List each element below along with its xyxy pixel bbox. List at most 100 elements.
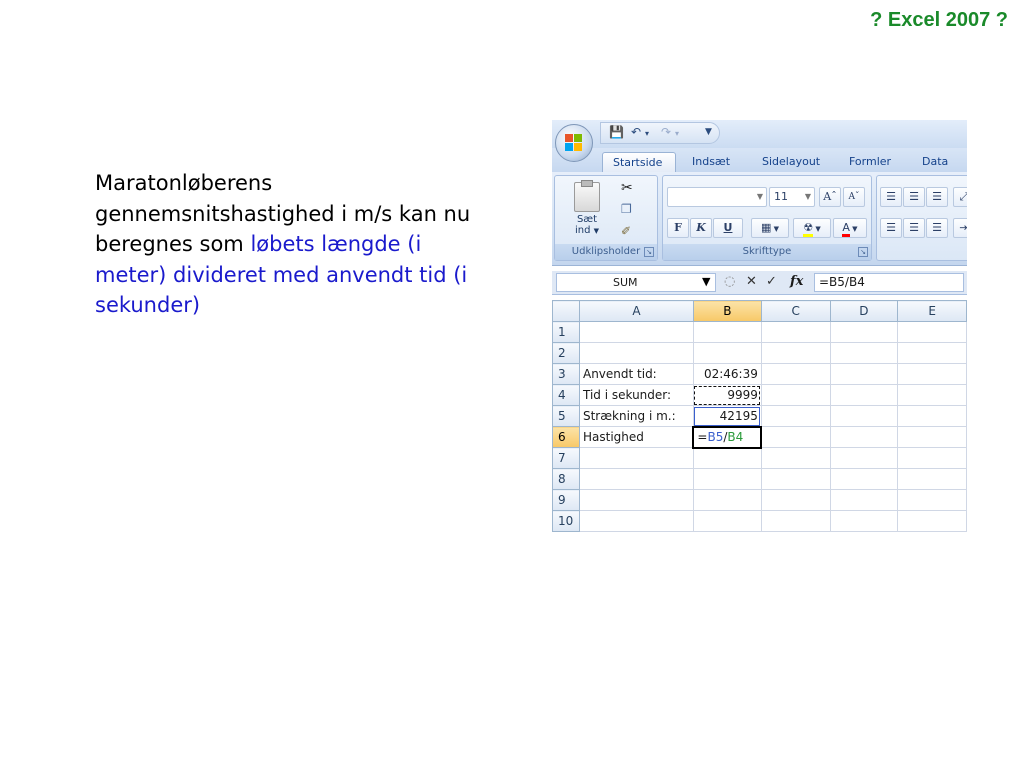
align-bottom-button[interactable]: ☰: [926, 187, 948, 207]
fill-color-button[interactable]: ☢ ▼: [793, 218, 831, 238]
cell-a3[interactable]: Anvendt tid:: [578, 363, 694, 385]
cell-e1[interactable]: [897, 321, 967, 343]
tab-data[interactable]: Data: [912, 152, 958, 172]
font-size-select[interactable]: 11 ▼: [769, 187, 815, 207]
office-button[interactable]: [555, 124, 593, 162]
align-top-button[interactable]: ☰: [880, 187, 902, 207]
font-color-button[interactable]: A ▼: [833, 218, 867, 238]
select-all-corner[interactable]: [552, 300, 580, 322]
cell-a5[interactable]: Strækning i m.:: [578, 405, 694, 427]
cell-c7[interactable]: [760, 447, 831, 469]
format-painter-icon[interactable]: ✐: [621, 224, 631, 238]
cell-d9[interactable]: [829, 489, 899, 511]
redo-dropdown-icon[interactable]: ▾: [675, 129, 679, 138]
row-header[interactable]: 6: [552, 426, 580, 448]
name-box[interactable]: SUM: [556, 273, 716, 292]
cell-e9[interactable]: [897, 489, 967, 511]
formula-input[interactable]: =B5/B4: [814, 273, 964, 292]
bold-button[interactable]: F: [667, 218, 689, 238]
column-header-d[interactable]: D: [829, 300, 899, 322]
font-launcher-icon[interactable]: ↘: [858, 247, 868, 257]
row-header[interactable]: 5: [552, 405, 580, 427]
align-center-button[interactable]: ☰: [903, 218, 925, 238]
row-header[interactable]: 2: [552, 342, 580, 364]
cell-a4[interactable]: Tid i sekunder:: [578, 384, 694, 406]
cell-a2[interactable]: [578, 342, 694, 364]
cell-d10[interactable]: [829, 510, 899, 532]
cell-d8[interactable]: [829, 468, 899, 490]
cell-c3[interactable]: [760, 363, 831, 385]
cell-a6[interactable]: Hastighed: [578, 426, 694, 448]
cell-c9[interactable]: [760, 489, 831, 511]
cell-b9[interactable]: [692, 489, 762, 511]
cell-a1[interactable]: [578, 321, 694, 343]
shrink-font-button[interactable]: Aˇ: [843, 187, 865, 207]
formula-bar-handle-icon[interactable]: ◌: [724, 274, 735, 290]
cell-d3[interactable]: [829, 363, 899, 385]
cell-e10[interactable]: [897, 510, 967, 532]
cell-d2[interactable]: [829, 342, 899, 364]
cell-b5[interactable]: 42195: [692, 405, 762, 427]
orientation-button[interactable]: ⤢: [953, 187, 967, 207]
column-header-c[interactable]: C: [760, 300, 831, 322]
name-box-dropdown-icon[interactable]: ▼: [702, 275, 710, 288]
align-middle-button[interactable]: ☰: [903, 187, 925, 207]
enter-icon[interactable]: ✓: [766, 274, 777, 290]
cell-b1[interactable]: [692, 321, 762, 343]
indent-button[interactable]: ⇥: [953, 218, 967, 238]
redo-icon[interactable]: ↷: [661, 125, 671, 139]
cell-b7[interactable]: [692, 447, 762, 469]
cell-e2[interactable]: [897, 342, 967, 364]
row-header[interactable]: 3: [552, 363, 580, 385]
italic-button[interactable]: K: [690, 218, 712, 238]
row-header[interactable]: 9: [552, 489, 580, 511]
cut-icon[interactable]: ✂: [621, 180, 633, 196]
cell-c8[interactable]: [760, 468, 831, 490]
cell-c10[interactable]: [760, 510, 831, 532]
column-header-a[interactable]: A: [578, 300, 694, 322]
cell-e7[interactable]: [897, 447, 967, 469]
row-header[interactable]: 7: [552, 447, 580, 469]
insert-function-icon[interactable]: fx: [790, 274, 803, 290]
cell-a9[interactable]: [578, 489, 694, 511]
borders-button[interactable]: ▦ ▼: [751, 218, 789, 238]
cell-e3[interactable]: [897, 363, 967, 385]
tab-startside[interactable]: Startside: [602, 152, 676, 172]
cell-d5[interactable]: [829, 405, 899, 427]
undo-dropdown-icon[interactable]: ▾: [645, 129, 649, 138]
cell-b3[interactable]: 02:46:39: [692, 363, 762, 385]
cell-e6[interactable]: [897, 426, 967, 448]
row-header[interactable]: 4: [552, 384, 580, 406]
copy-icon[interactable]: ❐: [621, 202, 632, 216]
row-header[interactable]: 8: [552, 468, 580, 490]
cell-a8[interactable]: [578, 468, 694, 490]
cell-d6[interactable]: [829, 426, 899, 448]
row-header[interactable]: 1: [552, 321, 580, 343]
clipboard-launcher-icon[interactable]: ↘: [644, 247, 654, 257]
tab-formler[interactable]: Formler: [839, 152, 901, 172]
cell-a10[interactable]: [578, 510, 694, 532]
cell-c2[interactable]: [760, 342, 831, 364]
cell-c5[interactable]: [760, 405, 831, 427]
font-name-select[interactable]: ▼: [667, 187, 767, 207]
cell-a7[interactable]: [578, 447, 694, 469]
tab-sidelayout[interactable]: Sidelayout: [752, 152, 830, 172]
cell-d7[interactable]: [829, 447, 899, 469]
grow-font-button[interactable]: Aˆ: [819, 187, 841, 207]
cell-b4[interactable]: 9999: [692, 384, 762, 406]
align-right-button[interactable]: ☰: [926, 218, 948, 238]
column-header-b[interactable]: B: [692, 300, 762, 322]
cell-c1[interactable]: [760, 321, 831, 343]
row-header[interactable]: 10: [552, 510, 580, 532]
underline-button[interactable]: U: [713, 218, 743, 238]
cell-b6-active[interactable]: =B5/B4: [692, 425, 763, 449]
cell-b2[interactable]: [692, 342, 762, 364]
cell-d1[interactable]: [829, 321, 899, 343]
cell-e5[interactable]: [897, 405, 967, 427]
paste-button[interactable]: Sæt ind ▼: [567, 180, 607, 242]
cell-d4[interactable]: [829, 384, 899, 406]
save-icon[interactable]: 💾: [609, 125, 624, 139]
cell-c6[interactable]: [760, 426, 831, 448]
undo-icon[interactable]: ↶: [631, 125, 641, 139]
cell-b10[interactable]: [692, 510, 762, 532]
